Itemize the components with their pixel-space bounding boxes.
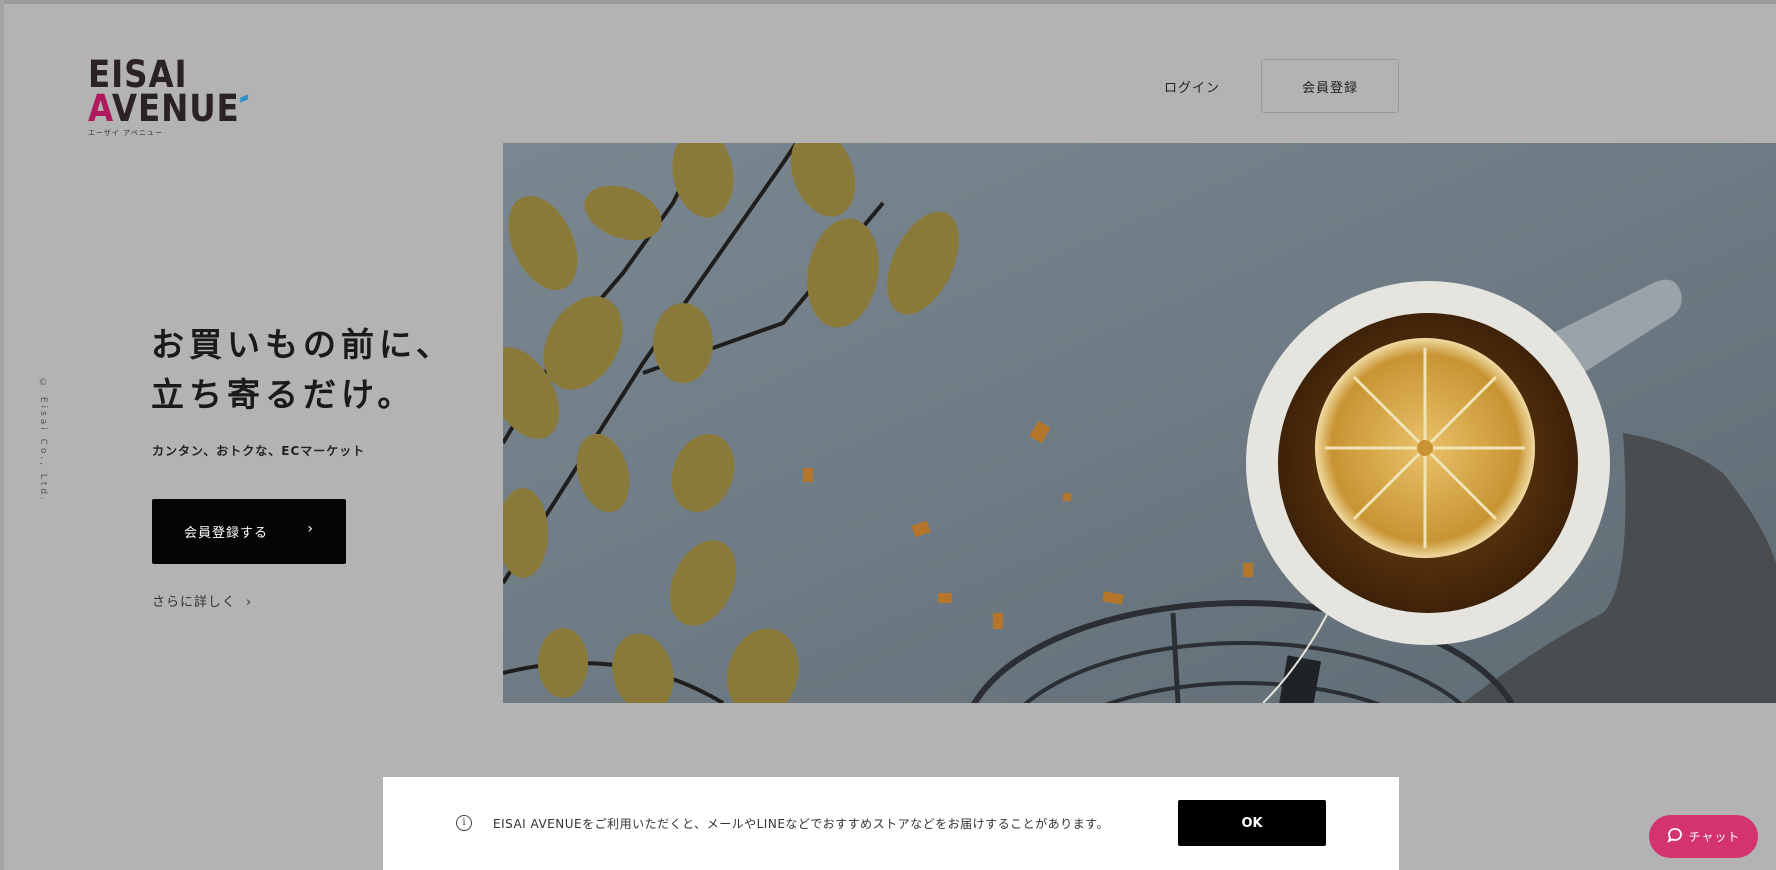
learn-more-link[interactable]: さらに詳しく ›: [152, 591, 252, 610]
banner-ok-button[interactable]: OK: [1178, 800, 1326, 846]
hero-title-line2: 立ち寄るだけ。: [151, 375, 416, 414]
signup-cta-label: 会員登録する: [184, 526, 269, 541]
hero-title-line1: お買いもの前に、: [151, 325, 455, 364]
learn-more-label: さらに詳しく: [152, 595, 237, 610]
hero-subtitle: カンタン、おトクな、ECマーケット: [152, 444, 366, 458]
chat-bubble-icon: [1667, 827, 1683, 846]
info-icon: i: [456, 815, 472, 831]
signup-cta-button[interactable]: 会員登録する ›: [152, 499, 346, 564]
logo-accent-mark: [240, 94, 249, 103]
notification-banner: i EISAI AVENUEをご利用いただくと、メールやLINEなどでおすすめス…: [383, 777, 1399, 870]
left-frame-edge: [0, 0, 4, 870]
hero-image: [503, 143, 1776, 703]
banner-message: EISAI AVENUEをご利用いただくと、メールやLINEなどでおすすめストア…: [493, 817, 1109, 831]
chevron-right-icon: ›: [307, 521, 314, 537]
chat-label: チャット: [1688, 830, 1741, 844]
chat-button[interactable]: チャット: [1649, 815, 1758, 858]
banner-ok-label: OK: [1241, 815, 1263, 831]
register-button[interactable]: 会員登録: [1261, 59, 1399, 113]
top-frame-edge: [0, 0, 1776, 4]
chevron-right-icon: ›: [246, 595, 253, 610]
hero-title: お買いもの前に、 立ち寄るだけ。: [151, 320, 454, 420]
copyright-text: © Eisai Co., Ltd.: [38, 378, 48, 503]
logo-line2: AVENUE: [88, 90, 249, 127]
register-button-label: 会員登録: [1301, 80, 1358, 96]
eisai-avenue-logo[interactable]: EISAI AVENUE エーザイ アベニュー: [88, 56, 249, 138]
login-link[interactable]: ログイン: [1164, 77, 1220, 96]
